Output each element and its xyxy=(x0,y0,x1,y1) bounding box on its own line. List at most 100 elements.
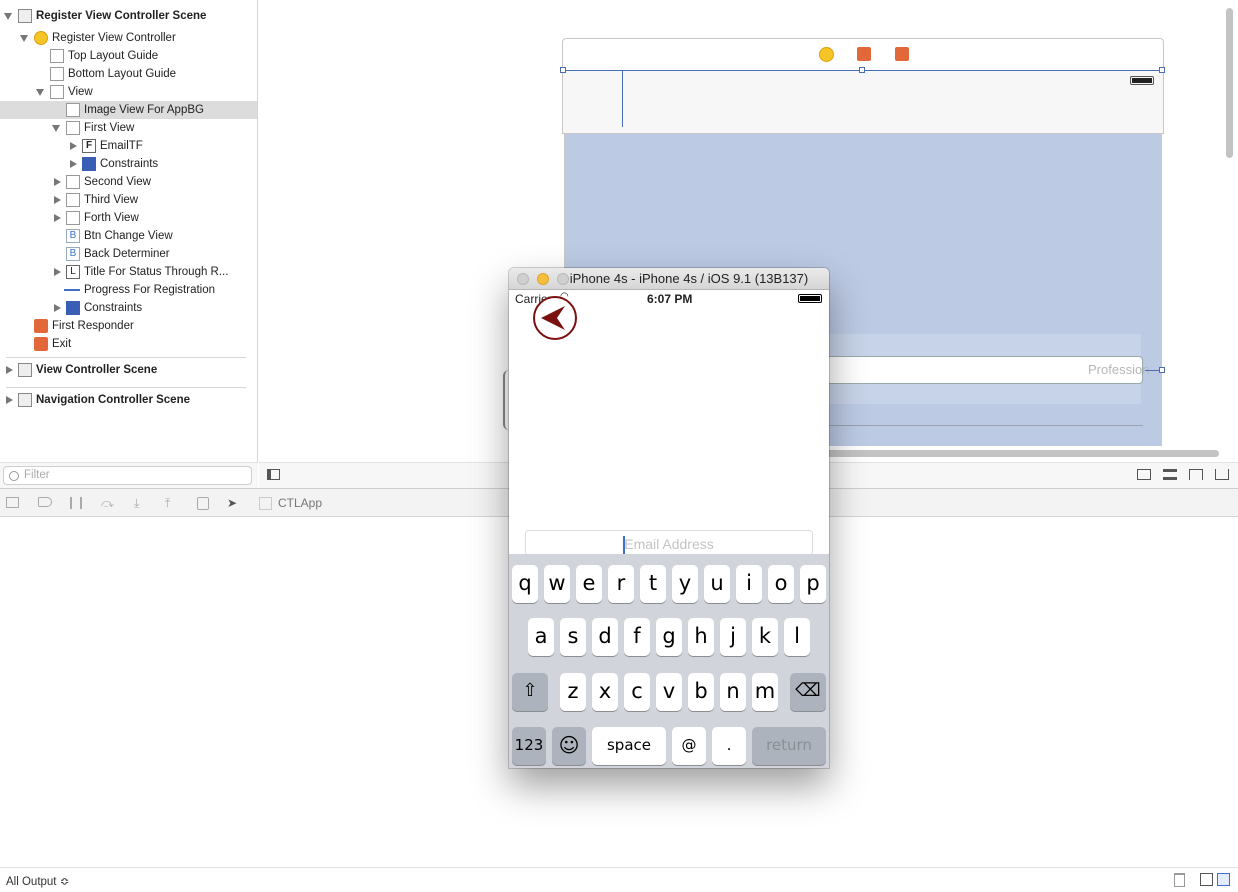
disclosure-closed-icon[interactable] xyxy=(54,268,61,276)
outline-item-first-view[interactable]: First View xyxy=(0,119,257,137)
filter-input[interactable]: Filter xyxy=(3,466,252,485)
key-e[interactable]: e xyxy=(576,565,602,603)
outline-item-forth-view[interactable]: Forth View xyxy=(0,209,257,227)
outline-scene-register[interactable]: Register View Controller Scene xyxy=(0,7,257,25)
outline-item-progress[interactable]: Progress For Registration xyxy=(0,281,257,299)
trash-icon[interactable] xyxy=(1174,873,1185,887)
vertical-scrollbar[interactable] xyxy=(1226,8,1233,158)
key-y[interactable]: y xyxy=(672,565,698,603)
toggle-outline-icon[interactable] xyxy=(267,469,280,480)
dot-key[interactable]: . xyxy=(712,727,746,765)
emoji-key[interactable]: ☺ xyxy=(552,727,586,765)
step-over-icon[interactable]: ⤼ xyxy=(101,497,114,509)
key-k[interactable]: k xyxy=(752,618,778,656)
resize-handle[interactable] xyxy=(1159,67,1165,73)
resize-handle[interactable] xyxy=(1159,367,1165,373)
stack-icon[interactable] xyxy=(1137,469,1151,480)
pin-icon[interactable] xyxy=(1189,469,1203,480)
first-responder-icon[interactable] xyxy=(857,47,871,61)
key-o[interactable]: o xyxy=(768,565,794,603)
horizontal-scrollbar[interactable] xyxy=(824,450,1219,457)
key-w[interactable]: w xyxy=(544,565,570,603)
key-a[interactable]: a xyxy=(528,618,554,656)
disclosure-closed-icon[interactable] xyxy=(6,366,13,374)
step-out-icon[interactable]: ⤒ xyxy=(165,497,177,509)
key-c[interactable]: c xyxy=(624,673,650,711)
debug-target-label[interactable]: CTLApp xyxy=(278,496,322,510)
back-button[interactable] xyxy=(533,296,577,340)
resolve-icon[interactable] xyxy=(1215,469,1229,480)
outline-item-view[interactable]: View xyxy=(0,83,257,101)
disclosure-closed-icon[interactable] xyxy=(54,304,61,312)
key-r[interactable]: r xyxy=(608,565,634,603)
return-key[interactable]: return xyxy=(752,727,826,765)
email-field[interactable]: Email Address xyxy=(525,530,813,556)
key-g[interactable]: g xyxy=(656,618,682,656)
outline-item-first-responder[interactable]: First Responder xyxy=(0,317,257,335)
zoom-button[interactable] xyxy=(557,273,569,285)
disclosure-open-icon[interactable] xyxy=(36,89,44,96)
key-v[interactable]: v xyxy=(656,673,682,711)
close-button[interactable] xyxy=(517,273,529,285)
outline-item-bottom-layout-guide[interactable]: Bottom Layout Guide xyxy=(0,65,257,83)
outline-item-register-vc[interactable]: Register View Controller xyxy=(0,29,257,47)
key-l[interactable]: l xyxy=(784,618,810,656)
simulator-window[interactable]: iPhone 4s - iPhone 4s / iOS 9.1 (13B137)… xyxy=(509,268,829,768)
minimize-button[interactable] xyxy=(537,273,549,285)
key-j[interactable]: j xyxy=(720,618,746,656)
outline-scene-view-controller[interactable]: View Controller Scene xyxy=(0,361,257,379)
variables-view-icon[interactable] xyxy=(1200,873,1213,886)
key-d[interactable]: d xyxy=(592,618,618,656)
disclosure-open-icon[interactable] xyxy=(52,125,60,132)
disclosure-open-icon[interactable] xyxy=(4,13,12,20)
outline-scene-navigation-controller[interactable]: Navigation Controller Scene xyxy=(0,391,257,409)
pause-icon[interactable] xyxy=(70,497,82,509)
output-selector[interactable]: All Output ≎ xyxy=(6,874,69,888)
key-h[interactable]: h xyxy=(688,618,714,656)
key-m[interactable]: m xyxy=(752,673,778,711)
outline-item-third-view[interactable]: Third View xyxy=(0,191,257,209)
outline-item-image-view[interactable]: Image View For AppBG xyxy=(0,101,257,119)
profession-field[interactable]: Profession xyxy=(823,356,1149,384)
disclosure-closed-icon[interactable] xyxy=(54,178,61,186)
align-icon[interactable] xyxy=(1163,469,1177,480)
outline-item-constraints-2[interactable]: Constraints xyxy=(0,299,257,317)
view-debugger-icon[interactable] xyxy=(197,497,209,510)
key-x[interactable]: x xyxy=(592,673,618,711)
ios-keyboard[interactable]: q w e r t y u i o p a s d f g h j k l ⇧ z x c v b n m ⌫ 123 ☺ space @. r… xyxy=(509,554,829,768)
outline-item-emailtf[interactable]: F EmailTF xyxy=(0,137,257,155)
key-t[interactable]: t xyxy=(640,565,666,603)
outline-item-title-status[interactable]: L Title For Status Through R... xyxy=(0,263,257,281)
hide-debug-icon[interactable] xyxy=(6,497,19,508)
key-n[interactable]: n xyxy=(720,673,746,711)
key-f[interactable]: f xyxy=(624,618,650,656)
scene-top-bar[interactable] xyxy=(562,70,1164,134)
outline-item-back-determiner[interactable]: B Back Determiner xyxy=(0,245,257,263)
space-key[interactable]: space xyxy=(592,727,666,765)
key-p[interactable]: p xyxy=(800,565,826,603)
outline-item-exit[interactable]: Exit xyxy=(0,335,257,353)
resize-handle[interactable] xyxy=(560,67,566,73)
disclosure-closed-icon[interactable] xyxy=(70,160,77,168)
backspace-key[interactable]: ⌫ xyxy=(790,673,826,711)
location-icon[interactable]: ➤ xyxy=(227,497,239,509)
shift-key[interactable]: ⇧ xyxy=(512,673,548,711)
key-q[interactable]: q xyxy=(512,565,538,603)
simulator-title-bar[interactable]: iPhone 4s - iPhone 4s / iOS 9.1 (13B137) xyxy=(509,268,829,290)
breakpoint-icon[interactable] xyxy=(38,497,52,507)
console-view-icon[interactable] xyxy=(1217,873,1230,886)
key-z[interactable]: z xyxy=(560,673,586,711)
view-controller-icon[interactable] xyxy=(819,47,834,62)
outline-item-constraints[interactable]: Constraints xyxy=(0,155,257,173)
resize-handle[interactable] xyxy=(859,67,865,73)
outline-item-top-layout-guide[interactable]: Top Layout Guide xyxy=(0,47,257,65)
outline-item-second-view[interactable]: Second View xyxy=(0,173,257,191)
numbers-key[interactable]: 123 xyxy=(512,727,546,765)
disclosure-closed-icon[interactable] xyxy=(54,214,61,222)
disclosure-open-icon[interactable] xyxy=(20,35,28,42)
disclosure-closed-icon[interactable] xyxy=(54,196,61,204)
outline-item-btn-change-view[interactable]: B Btn Change View xyxy=(0,227,257,245)
key-i[interactable]: i xyxy=(736,565,762,603)
step-into-icon[interactable]: ⤓ xyxy=(134,497,146,509)
key-u[interactable]: u xyxy=(704,565,730,603)
